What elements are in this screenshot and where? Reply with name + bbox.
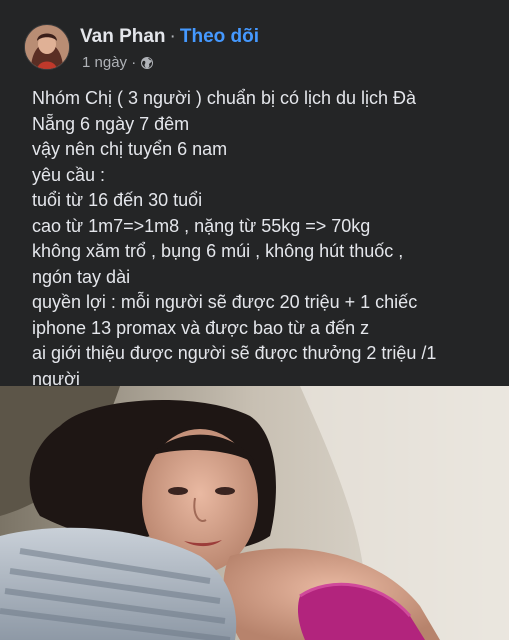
attached-photo[interactable] <box>0 386 509 640</box>
avatar-image <box>25 25 69 69</box>
post-text-line: quyền lợi : mỗi người sẽ được 20 triệu +… <box>32 292 418 312</box>
post-text-line: tuổi từ 16 đến 30 tuổi <box>32 190 203 210</box>
post-text: Nhóm Chị ( 3 người ) chuẩn bị có lịch du… <box>32 86 482 392</box>
photo-image <box>0 386 509 640</box>
post-text-line: Nhóm Chị ( 3 người ) chuẩn bị có lịch du… <box>32 88 417 108</box>
post-text-line: iphone 13 promax và được bao từ a đến z <box>32 317 370 338</box>
post-timestamp[interactable]: 1 ngày · <box>82 54 136 71</box>
author-avatar[interactable] <box>24 24 70 70</box>
author-name[interactable]: Van Phan <box>80 26 166 47</box>
globe-icon <box>140 56 154 70</box>
post-text-line: Nẵng 6 ngày 7 đêm <box>32 113 190 134</box>
post-text-line: vậy nên chị tuyển 6 nam <box>32 139 228 159</box>
facebook-post: Van Phan · Theo dõi 1 ngày · Nhóm Chị ( 3 … <box>0 0 509 389</box>
post-text-line: cao từ 1m7=>1m8 , nặng từ 55kg => 70kg <box>32 215 371 236</box>
post-header: Van Phan · Theo dõi 1 ngày · <box>24 24 484 71</box>
follow-button[interactable]: Theo dõi <box>180 26 259 47</box>
author-line: Van Phan · Theo dõi <box>80 26 259 48</box>
post-meta: 1 ngày · <box>82 54 154 71</box>
post-text-line: yêu cầu : <box>32 164 106 185</box>
post-text-line: ngón tay dài <box>32 266 131 287</box>
post-text-line: ai giới thiệu được người sẽ được thưởng … <box>32 343 437 363</box>
name-separator: · <box>169 26 176 47</box>
post-text-line: không xăm trổ , bụng 6 múi , không hút t… <box>32 241 404 261</box>
